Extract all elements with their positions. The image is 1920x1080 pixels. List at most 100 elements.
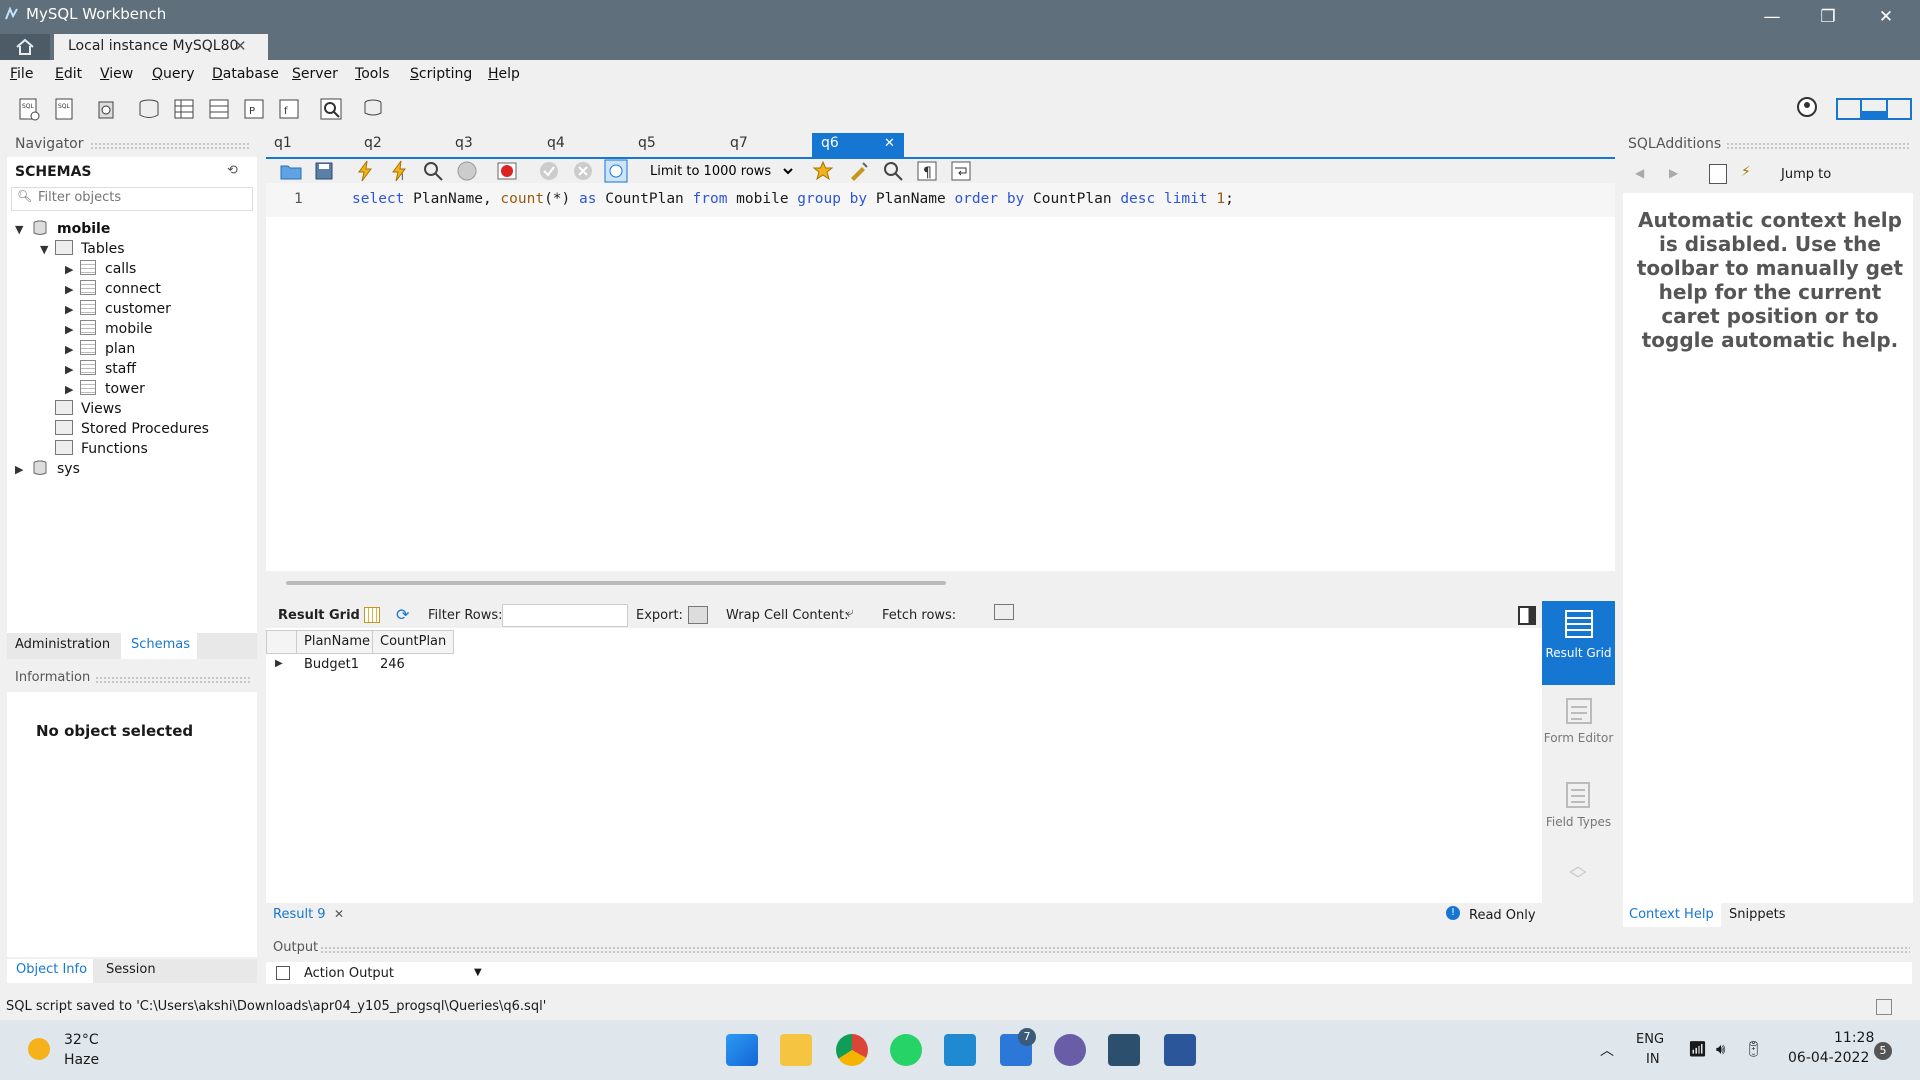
notification-badge[interactable]: 5	[1874, 1042, 1892, 1060]
tab-administration[interactable]: Administration	[15, 637, 110, 652]
menu-view[interactable]: View	[100, 66, 133, 82]
table-item[interactable]: customer	[105, 301, 171, 317]
minimize-button[interactable]: —	[1752, 6, 1792, 28]
vscode-icon[interactable]	[944, 1034, 976, 1066]
schema-sys[interactable]: sys	[57, 461, 80, 477]
reconnect-icon[interactable]	[360, 96, 386, 122]
wifi-icon[interactable]: 📶︎	[1688, 1040, 1707, 1058]
toggle-secondary-sidebar-icon[interactable]	[1886, 98, 1912, 120]
close-tab-icon[interactable]: ✕	[234, 37, 247, 55]
file-explorer-icon[interactable]	[780, 1034, 812, 1066]
windows-start-icon[interactable]	[726, 1034, 758, 1066]
home-tab[interactable]	[0, 34, 50, 60]
word-icon[interactable]	[1164, 1034, 1196, 1066]
app-icon[interactable]	[1054, 1034, 1086, 1066]
language-secondary[interactable]: IN	[1646, 1052, 1660, 1067]
table-item[interactable]: staff	[105, 361, 136, 377]
tab-q5[interactable]: q5	[638, 135, 656, 159]
wrap-cell-icon[interactable]: ⤶	[846, 605, 854, 621]
toggle-output-icon[interactable]	[1860, 98, 1888, 120]
open-folder-icon[interactable]	[280, 161, 302, 181]
scroll-arrows-icon[interactable]: ︿ ﹀	[1566, 858, 1590, 890]
back-arrow-icon[interactable]: ◀	[1635, 166, 1644, 180]
explain-icon[interactable]	[422, 160, 444, 182]
collapse-triangle-icon[interactable]: ▼	[15, 223, 23, 236]
expand-triangle-icon[interactable]: ▶	[65, 263, 73, 276]
menu-server[interactable]: Server	[292, 66, 338, 82]
execute-icon[interactable]	[354, 160, 376, 182]
stored-procedures-node[interactable]: Stored Procedures	[81, 421, 209, 437]
result-grid-side-button[interactable]: Result Grid	[1542, 601, 1615, 685]
menu-query[interactable]: Query	[152, 66, 195, 82]
inspector-icon[interactable]	[94, 96, 120, 122]
filter-rows-input[interactable]	[502, 604, 628, 627]
close-button[interactable]: ✕	[1866, 6, 1906, 28]
close-result-icon[interactable]: ✕	[334, 907, 344, 921]
expand-triangle-icon[interactable]: ▶	[65, 343, 73, 356]
weather-sun-icon[interactable]	[28, 1038, 50, 1060]
commit-icon[interactable]	[538, 160, 560, 182]
create-view-icon[interactable]	[206, 96, 232, 122]
result-tab[interactable]: Result 9	[273, 907, 326, 922]
table-item[interactable]: tower	[105, 381, 145, 397]
whatsapp-icon[interactable]	[890, 1034, 922, 1066]
save-icon[interactable]	[314, 161, 334, 181]
table-row[interactable]: Budget1 246	[296, 654, 452, 676]
expand-triangle-icon[interactable]: ▶	[65, 303, 73, 316]
expand-triangle-icon[interactable]: ▶	[65, 323, 73, 336]
views-node[interactable]: Views	[81, 401, 122, 417]
manual-help-icon[interactable]	[1709, 164, 1727, 184]
weather-desc[interactable]: Haze	[64, 1052, 99, 1068]
grid-layout-icon[interactable]	[364, 607, 380, 623]
forward-arrow-icon[interactable]: ▶	[1669, 166, 1678, 180]
field-types-side-button[interactable]: Field Types	[1542, 776, 1615, 846]
cell[interactable]: 246	[380, 657, 405, 672]
search-table-data-icon[interactable]	[318, 96, 344, 122]
tab-q6-active[interactable]: q6 ✕	[812, 133, 904, 157]
word-wrap-icon[interactable]	[950, 160, 972, 182]
add-snippet-icon[interactable]	[812, 160, 834, 182]
tab-q1[interactable]: q1	[274, 135, 292, 159]
battery-icon[interactable]: 🔋︎	[1744, 1040, 1763, 1058]
jump-to-label[interactable]: Jump to	[1781, 167, 1831, 182]
toggle-sidebar-icon[interactable]	[1836, 98, 1862, 120]
table-item[interactable]: connect	[105, 281, 161, 297]
tab-q3[interactable]: q3	[455, 135, 473, 159]
auto-help-icon[interactable]: ⚡	[1741, 164, 1751, 180]
create-function-icon[interactable]: f	[276, 96, 302, 122]
menu-scripting[interactable]: Scripting	[410, 66, 472, 82]
expand-triangle-icon[interactable]: ▶	[65, 383, 73, 396]
expand-triangle-icon[interactable]: ▶	[15, 463, 23, 476]
tab-context-help[interactable]: Context Help	[1623, 903, 1721, 927]
table-item[interactable]: calls	[105, 261, 136, 277]
execute-current-icon[interactable]: I	[388, 160, 410, 182]
autocommit-toggle-icon[interactable]	[604, 159, 628, 183]
expand-triangle-icon[interactable]: ▶	[65, 283, 73, 296]
copy-icon[interactable]	[276, 966, 290, 980]
tab-q2[interactable]: q2	[364, 135, 382, 159]
menu-file[interactable]: File	[10, 66, 33, 82]
rollback-icon[interactable]	[572, 160, 594, 182]
tab-object-info[interactable]: Object Info	[7, 959, 93, 983]
form-editor-side-button[interactable]: Form Editor	[1542, 692, 1615, 762]
functions-node[interactable]: Functions	[81, 441, 148, 457]
find-icon[interactable]	[882, 160, 904, 182]
close-tab-icon[interactable]: ✕	[884, 136, 895, 151]
create-schema-icon[interactable]	[136, 96, 162, 122]
schema-mobile[interactable]: mobile	[57, 221, 110, 237]
filter-objects-input[interactable]	[36, 189, 250, 206]
open-sql-script-icon[interactable]: SQL	[52, 96, 78, 122]
new-sql-tab-icon[interactable]: SQL	[16, 96, 42, 122]
column-header[interactable]: PlanName	[296, 630, 374, 654]
filter-objects-field[interactable]: 🔍︎	[11, 187, 253, 211]
export-icon[interactable]	[688, 606, 708, 624]
refresh-icon[interactable]: ⟳	[396, 605, 409, 624]
create-table-icon[interactable]	[171, 96, 197, 122]
horizontal-scrollbar[interactable]	[286, 581, 946, 585]
stop-icon[interactable]	[456, 160, 478, 182]
tab-snippets[interactable]: Snippets	[1729, 907, 1785, 922]
tab-schemas[interactable]: Schemas	[121, 633, 197, 659]
chevron-up-icon[interactable]: ︿	[1600, 1040, 1614, 1060]
connection-tab[interactable]: Local instance MySQL80 ✕	[54, 34, 268, 60]
language-primary[interactable]: ENG	[1636, 1032, 1664, 1047]
